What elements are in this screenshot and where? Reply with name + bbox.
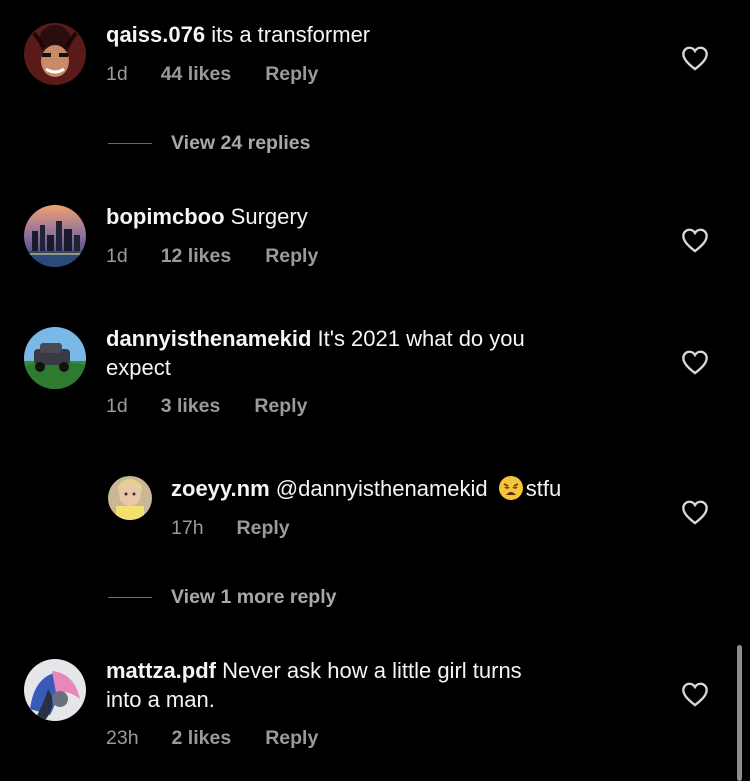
divider (108, 142, 152, 145)
avatar[interactable] (108, 476, 152, 520)
avatar[interactable] (24, 23, 86, 85)
timestamp: 17h (171, 517, 204, 539)
likes-count[interactable]: 12 likes (161, 244, 231, 268)
heart-icon[interactable] (681, 499, 709, 525)
reply-button[interactable]: Reply (265, 244, 318, 268)
heart-icon[interactable] (681, 349, 709, 375)
comment-body-line2: into a man. (106, 687, 215, 712)
comment-meta: 1d 3 likes Reply (106, 394, 307, 418)
view-replies-button[interactable]: View 24 replies (108, 132, 310, 155)
reply-meta: 17h Reply (171, 516, 290, 540)
divider (108, 596, 152, 599)
username[interactable]: bopimcboo (106, 204, 225, 229)
timestamp: 1d (106, 245, 128, 267)
username[interactable]: qaiss.076 (106, 22, 205, 47)
comment-text: qaiss.076 its a transformer (106, 20, 370, 49)
likes-count[interactable]: 44 likes (161, 62, 231, 86)
comment-text: bopimcboo Surgery (106, 202, 308, 231)
reply-button[interactable]: Reply (265, 726, 318, 750)
reply-button[interactable]: Reply (237, 516, 290, 540)
timestamp: 23h (106, 727, 139, 749)
view-replies-label: View 24 replies (171, 132, 311, 154)
avatar[interactable] (24, 327, 86, 389)
avatar[interactable] (24, 205, 86, 267)
heart-icon[interactable] (681, 45, 709, 71)
comment-meta: 23h 2 likes Reply (106, 726, 318, 750)
timestamp: 1d (106, 63, 128, 85)
username[interactable]: dannyisthenamekid (106, 326, 311, 351)
heart-icon[interactable] (681, 681, 709, 707)
comment-body: Never ask how a little girl turns (222, 658, 522, 683)
mention-link[interactable]: @dannyisthenamekid (276, 476, 488, 501)
heart-icon[interactable] (681, 227, 709, 253)
scrollbar[interactable] (737, 645, 742, 781)
comment-body: its a transformer (211, 22, 371, 47)
comment-body-line2: expect (106, 355, 171, 380)
avatar[interactable] (24, 659, 86, 721)
comment-body: Surgery (230, 204, 308, 229)
comment-meta: 1d 44 likes Reply (106, 62, 318, 86)
likes-count[interactable]: 3 likes (161, 394, 221, 418)
comment-text: dannyisthenamekid It's 2021 what do you … (106, 324, 525, 382)
reply-button[interactable]: Reply (265, 62, 318, 86)
comment-body: It's 2021 what do you (317, 326, 525, 351)
view-replies-label: View 1 more reply (171, 586, 337, 608)
reply-body: stfu (525, 476, 562, 501)
likes-count[interactable]: 2 likes (172, 726, 232, 750)
username[interactable]: zoeyy.nm (171, 476, 270, 501)
username[interactable]: mattza.pdf (106, 658, 216, 683)
weary-face-icon (498, 475, 524, 501)
timestamp: 1d (106, 395, 128, 417)
comment-text: mattza.pdf Never ask how a little girl t… (106, 656, 522, 714)
view-more-replies-button[interactable]: View 1 more reply (108, 586, 336, 609)
comment-meta: 1d 12 likes Reply (106, 244, 318, 268)
reply-text: zoeyy.nm @dannyisthenamekid stfu (171, 474, 561, 503)
reply-button[interactable]: Reply (254, 394, 307, 418)
